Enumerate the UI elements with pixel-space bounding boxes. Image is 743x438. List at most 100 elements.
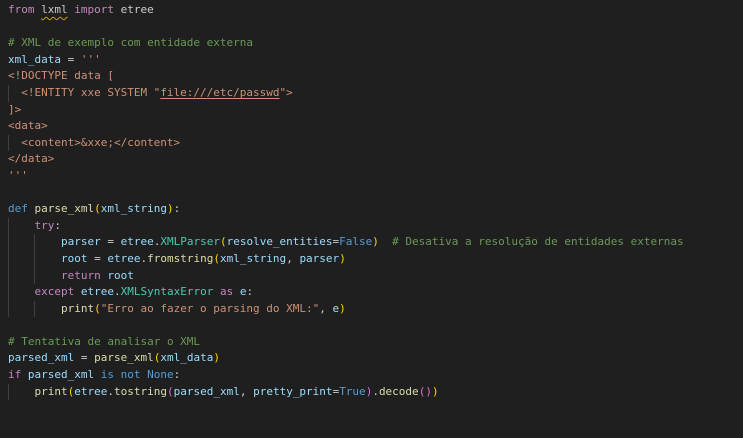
code-string: <content>&xxe;</content> xyxy=(21,136,180,149)
code-token: xml_data xyxy=(160,351,213,364)
code-token: = xyxy=(87,252,107,265)
code-token: xml_data xyxy=(8,53,61,66)
code-string: ]> xyxy=(8,103,21,116)
code-line: from lxml import etree xyxy=(8,2,743,19)
indent-guide xyxy=(8,284,34,301)
code-line: <data> xyxy=(8,118,743,135)
code-line: if parsed_xml is not None: xyxy=(8,367,743,384)
code-token: parse_xml xyxy=(35,202,95,215)
code-string: <!ENTITY xxe SYSTEM " xyxy=(21,86,160,99)
code-line: <!DOCTYPE data [ xyxy=(8,68,743,85)
code-line: </data> xyxy=(8,151,743,168)
code-token: . xyxy=(114,285,121,298)
code-string: </data> xyxy=(8,152,54,165)
code-token: except xyxy=(34,285,74,298)
code-line: root = etree.fromstring(xml_string, pars… xyxy=(8,251,743,268)
code-token: resolve_entities xyxy=(227,235,333,248)
code-token: , xyxy=(319,302,332,315)
code-token: print xyxy=(61,302,94,315)
code-string: <!DOCTYPE data [ xyxy=(8,69,114,82)
code-token: = xyxy=(61,53,81,66)
code-token: True xyxy=(339,385,366,398)
code-token: not xyxy=(121,368,141,381)
indent-guide xyxy=(8,384,34,401)
code-line: parser = etree.XMLParser(resolve_entitie… xyxy=(8,234,743,251)
code-string: "> xyxy=(280,86,293,99)
code-token: XMLParser xyxy=(160,235,220,248)
indent-guide xyxy=(34,301,60,318)
code-token: root xyxy=(61,252,88,265)
code-line: try: xyxy=(8,218,743,235)
code-token: None xyxy=(147,368,174,381)
code-token xyxy=(94,368,101,381)
code-token: xml_string xyxy=(101,202,167,215)
code-token: parsed_xml xyxy=(174,385,240,398)
code-token: : xyxy=(246,285,253,298)
indent-guide xyxy=(8,251,34,268)
code-line xyxy=(8,19,743,36)
code-token xyxy=(21,368,28,381)
code-token xyxy=(74,285,81,298)
code-token: = xyxy=(74,351,94,364)
code-token: etree xyxy=(121,235,154,248)
code-token xyxy=(379,235,392,248)
code-token: ) xyxy=(432,385,439,398)
code-token: XMLSyntaxError xyxy=(121,285,214,298)
indent-guide xyxy=(8,301,34,318)
code-token: tostring xyxy=(114,385,167,398)
code-token: . xyxy=(107,385,114,398)
code-token: ( xyxy=(167,385,174,398)
code-token: ( xyxy=(94,302,101,315)
indent-guide xyxy=(8,268,34,285)
code-token: root xyxy=(107,269,134,282)
code-token: return xyxy=(61,269,101,282)
code-token: ) xyxy=(339,252,346,265)
indent-guide xyxy=(8,234,34,251)
code-comment: # Tentativa de analisar o XML xyxy=(8,335,200,348)
indent-guide xyxy=(8,135,21,152)
code-line: return root xyxy=(8,268,743,285)
code-comment: # XML de exemplo com entidade externa xyxy=(8,36,253,49)
code-token: xml_string xyxy=(220,252,286,265)
code-token: parse_xml xyxy=(94,351,154,364)
code-string: ''' xyxy=(8,169,28,182)
code-token: ) xyxy=(339,302,346,315)
indent-guide xyxy=(34,268,60,285)
code-token xyxy=(233,285,240,298)
code-line: xml_data = ''' xyxy=(8,52,743,69)
code-token: ) xyxy=(213,351,220,364)
code-token xyxy=(114,368,121,381)
indent-guide xyxy=(8,85,21,102)
code-token: if xyxy=(8,368,21,381)
code-editor[interactable]: from lxml import etree # XML de exemplo … xyxy=(0,0,743,438)
code-token: fromstring xyxy=(147,252,213,265)
code-string: ''' xyxy=(81,53,101,66)
code-token xyxy=(28,202,35,215)
code-token: ( xyxy=(94,202,101,215)
code-token: etree xyxy=(107,252,140,265)
code-token: etree xyxy=(81,285,114,298)
code-line: print(etree.tostring(parsed_xml, pretty_… xyxy=(8,384,743,401)
code-line: # Tentativa de analisar o XML xyxy=(8,334,743,351)
code-line: except etree.XMLSyntaxError as e: xyxy=(8,284,743,301)
code-line: ]> xyxy=(8,102,743,119)
code-line xyxy=(8,317,743,334)
code-token: : xyxy=(174,368,181,381)
code-token: from xyxy=(8,3,35,16)
code-token: parsed_xml xyxy=(28,368,94,381)
code-line: <!ENTITY xxe SYSTEM "file:///etc/passwd"… xyxy=(8,85,743,102)
code-token: , xyxy=(240,385,253,398)
code-token: etree xyxy=(74,385,107,398)
code-token: def xyxy=(8,202,28,215)
code-token: : xyxy=(174,202,181,215)
code-token: lxml xyxy=(41,3,68,16)
indent-guide xyxy=(34,251,60,268)
code-token: parser xyxy=(61,235,101,248)
code-token: import xyxy=(74,3,114,16)
code-token: pretty_print xyxy=(253,385,332,398)
code-token: : xyxy=(54,219,61,232)
code-line: # XML de exemplo com entidade externa xyxy=(8,35,743,52)
code-comment: # Desativa a resolução de entidades exte… xyxy=(392,235,683,248)
code-string: <data> xyxy=(8,119,48,132)
code-token: try xyxy=(34,219,54,232)
